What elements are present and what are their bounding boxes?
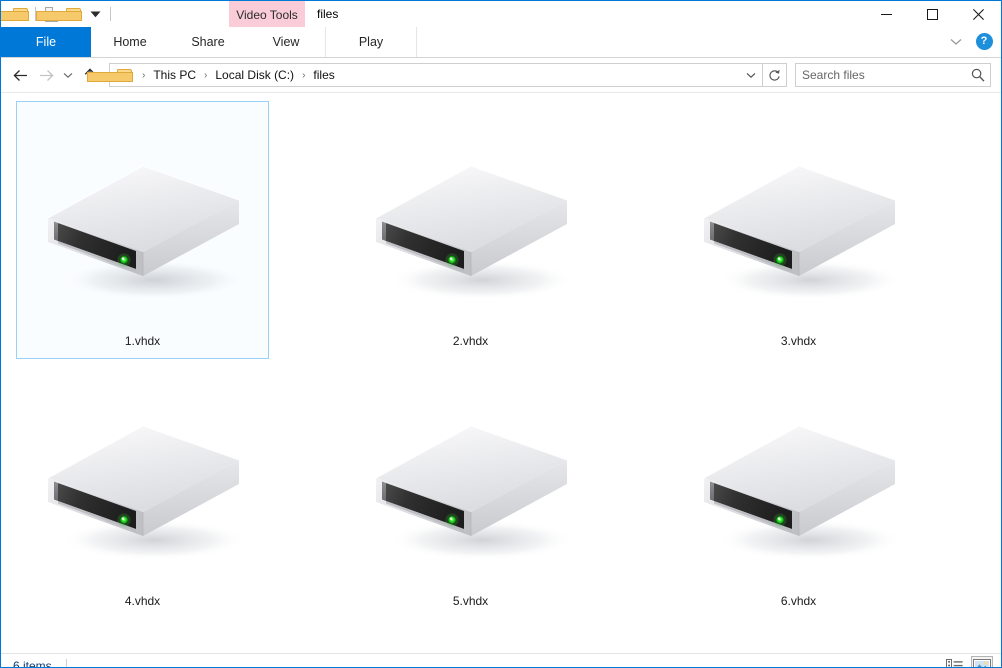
- file-name-label: 1.vhdx: [124, 334, 161, 348]
- title-bar: Video Tools files: [1, 1, 1001, 28]
- hard-drive-glyph: [375, 425, 574, 560]
- back-button[interactable]: [7, 62, 33, 88]
- status-separator: [65, 659, 67, 667]
- contextual-tab-group-label: Video Tools: [236, 7, 298, 22]
- breadcrumb-item-files[interactable]: files: [310, 68, 337, 82]
- breadcrumb-separator-0: ›: [142, 69, 146, 81]
- address-bar: › This PC › Local Disk (C:) › files: [1, 58, 1001, 93]
- file-item[interactable]: 3.vhdx: [672, 101, 925, 359]
- tab-share[interactable]: Share: [169, 27, 247, 57]
- file-item[interactable]: 1.vhdx: [16, 101, 269, 359]
- file-item[interactable]: 2.vhdx: [344, 101, 597, 359]
- large-icons-view-button[interactable]: [971, 656, 993, 667]
- hard-drive-icon: [361, 146, 581, 326]
- ribbon-right-controls: ?: [943, 27, 997, 56]
- file-item[interactable]: 5.vhdx: [344, 361, 597, 619]
- window-title: files: [317, 7, 339, 21]
- forward-arrow-icon: [39, 69, 54, 81]
- magnifier-glyph: [971, 68, 985, 82]
- chevron-down-icon: [63, 72, 73, 78]
- large-icons-view-icon: [973, 659, 991, 667]
- hard-drive-icon: [361, 406, 581, 586]
- maximize-icon: [926, 8, 938, 20]
- forward-button[interactable]: [33, 62, 59, 88]
- tab-file[interactable]: File: [1, 27, 91, 57]
- tab-play[interactable]: Play: [325, 27, 417, 57]
- refresh-button[interactable]: [762, 63, 786, 87]
- contextual-tab-group-video-tools: Video Tools: [229, 1, 305, 28]
- help-button[interactable]: ?: [971, 29, 997, 55]
- breadcrumb-separator-2[interactable]: ›: [297, 70, 310, 81]
- tab-home[interactable]: Home: [91, 27, 169, 57]
- details-view-button[interactable]: [943, 656, 965, 667]
- minimize-icon: [880, 13, 892, 15]
- new-folder-glyph: [35, 7, 82, 21]
- search-icon[interactable]: [966, 68, 990, 82]
- hard-drive-glyph: [703, 425, 902, 560]
- chevron-down-icon: [746, 72, 756, 78]
- hard-drive-icon: [33, 406, 253, 586]
- tab-play-label: Play: [358, 35, 384, 49]
- ribbon-collapse-chevron-down-icon[interactable]: [943, 29, 969, 55]
- hard-drive-icon: [689, 406, 909, 586]
- file-name-label: 5.vhdx: [452, 594, 489, 608]
- breadcrumb-item-local-disk[interactable]: Local Disk (C:): [212, 68, 297, 82]
- recent-locations-button[interactable]: [59, 62, 77, 88]
- file-name-label: 3.vhdx: [780, 334, 817, 348]
- details-view-icon: [945, 659, 963, 667]
- search-input[interactable]: [796, 68, 966, 82]
- help-icon: ?: [975, 33, 993, 50]
- ribbon-tab-strip: File Home Share View Play ?: [1, 27, 1001, 58]
- chevron-down-glyph: [950, 38, 962, 45]
- hard-drive-glyph: [375, 165, 574, 300]
- file-name-label: 2.vhdx: [452, 334, 489, 348]
- hard-drive-icon: [33, 146, 253, 326]
- address-dropdown-button[interactable]: [740, 64, 762, 86]
- file-name-label: 4.vhdx: [124, 594, 161, 608]
- qat-chevron-down-icon[interactable]: [84, 3, 106, 25]
- tab-share-label: Share: [191, 35, 225, 49]
- view-mode-buttons: [943, 654, 993, 667]
- chevron-down-glyph: [90, 11, 100, 17]
- file-item[interactable]: 6.vhdx: [672, 361, 925, 619]
- breadcrumb-item-this-pc[interactable]: This PC: [150, 68, 199, 82]
- minimize-button[interactable]: [863, 1, 909, 27]
- file-name-label: 6.vhdx: [780, 594, 817, 608]
- file-list-view[interactable]: 1.vhdx 2.vhdx 3.vhdx 4.vhdx 5.vhdx 6.vhd…: [1, 93, 1001, 653]
- tab-view[interactable]: View: [247, 27, 325, 57]
- tab-home-label: Home: [113, 35, 147, 49]
- breadcrumb-separator-1[interactable]: ›: [199, 70, 212, 81]
- hard-drive-glyph: [703, 165, 902, 300]
- hard-drive-glyph: [47, 165, 246, 300]
- qat-separator-2: [110, 7, 111, 21]
- search-box[interactable]: [795, 63, 991, 87]
- refresh-icon: [769, 69, 780, 81]
- file-explorer-window: Video Tools files File Home Share View P…: [0, 0, 1002, 668]
- folder-glyph: [1, 7, 29, 21]
- breadcrumb-folder-icon: [87, 68, 133, 82]
- tab-view-label: View: [272, 35, 300, 49]
- breadcrumb-bar[interactable]: › This PC › Local Disk (C:) › files: [87, 63, 787, 87]
- status-bar: 6 items: [1, 653, 1001, 668]
- close-button[interactable]: [955, 1, 1001, 27]
- folder-glyph: [87, 68, 133, 82]
- quick-access-toolbar: [1, 1, 115, 27]
- hard-drive-glyph: [47, 425, 246, 560]
- window-controls: [863, 1, 1001, 27]
- folder-icon[interactable]: [1, 3, 31, 25]
- file-grid: 1.vhdx 2.vhdx 3.vhdx 4.vhdx 5.vhdx 6.vhd…: [16, 101, 1000, 621]
- tab-file-label: File: [35, 35, 57, 49]
- file-item[interactable]: 4.vhdx: [16, 361, 269, 619]
- new-folder-icon[interactable]: [35, 3, 84, 25]
- close-icon: [972, 8, 984, 20]
- hard-drive-icon: [689, 146, 909, 326]
- back-arrow-icon: [12, 69, 27, 81]
- item-count-label: 6 items: [13, 658, 52, 668]
- maximize-button[interactable]: [909, 1, 955, 27]
